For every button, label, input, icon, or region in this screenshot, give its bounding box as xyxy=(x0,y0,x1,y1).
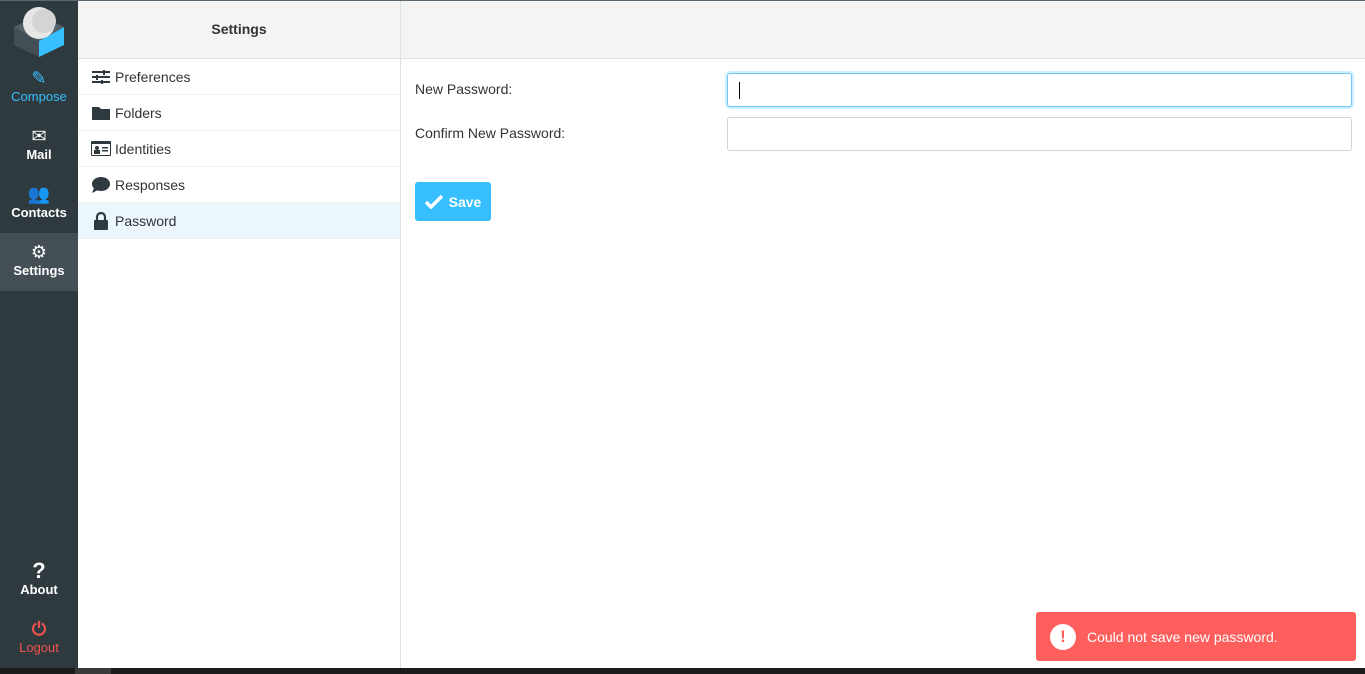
nav-contacts[interactable]: 👥 Contacts xyxy=(0,175,78,233)
compose-icon: ✎ xyxy=(31,68,47,88)
toast-message: Could not save new password. xyxy=(1087,628,1278,645)
folder-icon xyxy=(88,106,114,120)
settings-item-preferences[interactable]: Preferences xyxy=(78,59,400,95)
nav-about[interactable]: ? About xyxy=(0,552,78,610)
nav-label: Settings xyxy=(13,263,65,278)
settings-list-panel: Settings Preferences Folders Identities … xyxy=(78,1,401,668)
envelope-icon: ✉ xyxy=(31,126,47,146)
error-toast[interactable]: ! Could not save new password. xyxy=(1036,612,1356,661)
new-password-label: New Password: xyxy=(415,81,513,97)
settings-item-identities[interactable]: Identities xyxy=(78,131,400,167)
nav-label: Compose xyxy=(11,89,67,104)
gear-icon: ⚙ xyxy=(30,242,48,262)
settings-item-label: Preferences xyxy=(115,68,191,85)
check-icon xyxy=(424,194,443,209)
nav-label: Logout xyxy=(19,640,59,655)
nav-mail[interactable]: ✉ Mail xyxy=(0,117,78,175)
comment-icon xyxy=(88,176,114,193)
settings-item-label: Responses xyxy=(115,176,186,193)
scroll-thumb xyxy=(75,668,111,674)
settings-item-responses[interactable]: Responses xyxy=(78,167,400,203)
content-header xyxy=(401,1,1365,59)
sliders-icon xyxy=(88,69,114,84)
main-nav: ✎ Compose ✉ Mail 👥 Contacts ⚙ Settings ? Abou… xyxy=(0,1,78,668)
settings-item-label: Identities xyxy=(115,140,172,157)
settings-item-folders[interactable]: Folders xyxy=(78,95,400,131)
settings-item-label: Folders xyxy=(115,104,162,121)
users-icon: 👥 xyxy=(27,184,51,204)
settings-item-label: Password xyxy=(115,212,177,229)
nav-compose[interactable]: ✎ Compose xyxy=(0,59,78,117)
nav-settings[interactable]: ⚙ Settings xyxy=(0,233,78,291)
nav-label: Contacts xyxy=(11,205,67,220)
confirm-password-label: Confirm New Password: xyxy=(415,125,566,141)
bottom-bar xyxy=(0,668,1365,674)
exclamation-icon: ! xyxy=(1050,623,1076,650)
power-icon: ⏻ xyxy=(31,619,47,639)
save-button[interactable]: Save xyxy=(415,182,491,221)
confirm-password-input[interactable] xyxy=(727,117,1352,151)
logo xyxy=(14,7,64,57)
text-caret xyxy=(739,82,740,99)
new-password-input[interactable] xyxy=(727,73,1352,107)
question-icon: ? xyxy=(32,558,46,583)
nav-logout[interactable]: ⏻ Logout xyxy=(0,610,78,668)
nav-label: Mail xyxy=(26,147,52,162)
nav-label: About xyxy=(20,582,58,597)
settings-title: Settings xyxy=(78,1,400,59)
save-label: Save xyxy=(448,193,482,210)
id-card-icon xyxy=(88,141,114,156)
password-form-panel: New Password: Confirm New Password: Save xyxy=(401,1,1365,668)
lock-icon xyxy=(88,211,114,230)
settings-item-password[interactable]: Password xyxy=(78,203,400,239)
